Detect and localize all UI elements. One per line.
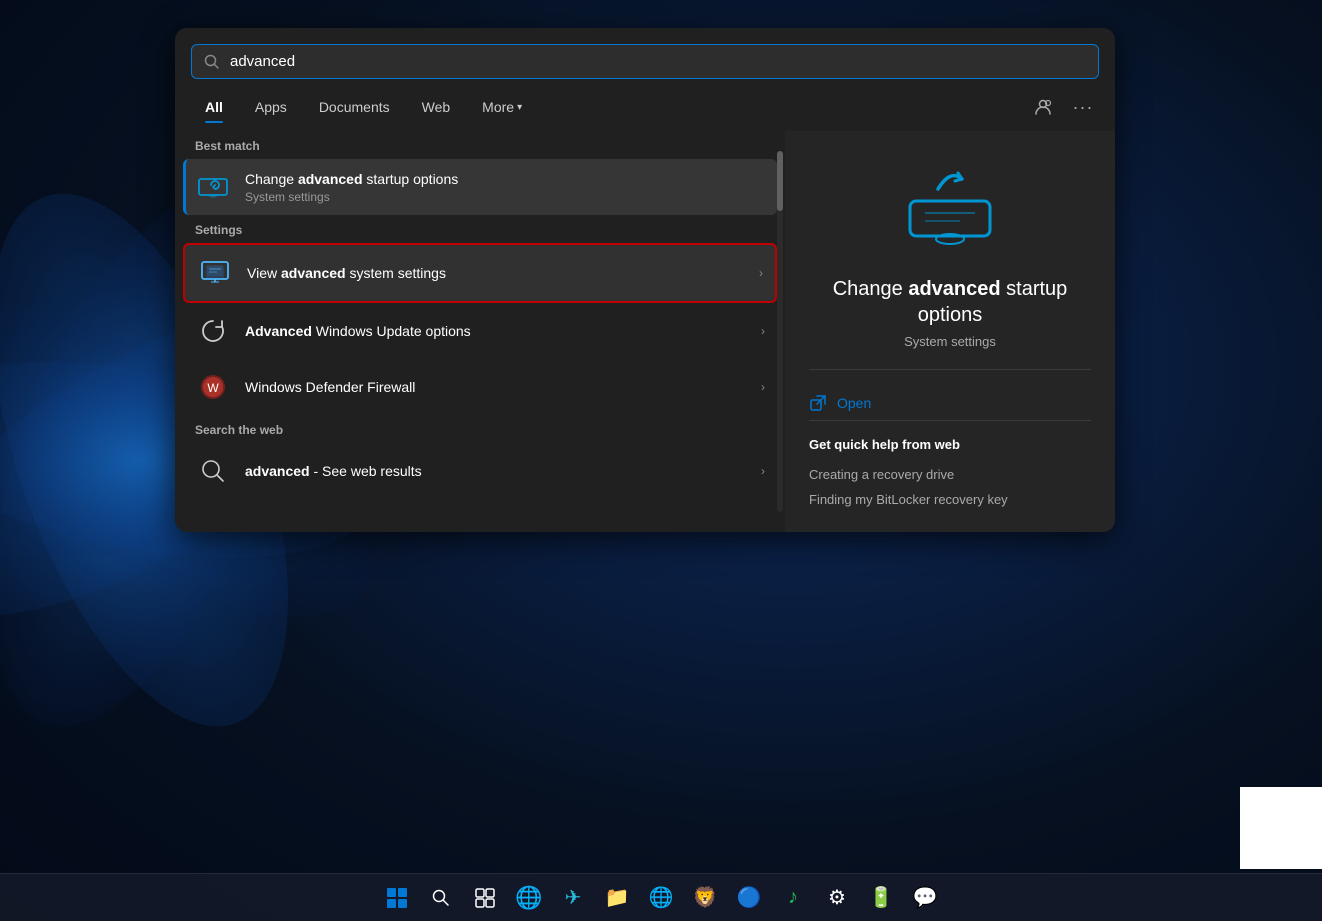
scroll-track[interactable] — [777, 151, 783, 512]
settings-label: Settings — [183, 215, 777, 243]
open-label: Open — [837, 395, 871, 411]
external-link-icon — [809, 394, 827, 412]
detail-icon-area — [900, 161, 1000, 256]
detail-subtitle: System settings — [904, 334, 996, 349]
view-advanced-settings-title: View advanced system settings — [247, 264, 745, 282]
tab-apps[interactable]: Apps — [241, 93, 301, 121]
tab-more[interactable]: More ▾ — [468, 93, 536, 121]
windows-defender-item[interactable]: W Windows Defender Firewall › — [183, 359, 777, 415]
chevron-down-icon: ▾ — [517, 102, 522, 113]
best-match-text: Change advanced startup options System s… — [245, 170, 765, 204]
taskbar-explorer-icon[interactable]: 📁 — [597, 878, 637, 918]
scroll-thumb[interactable] — [777, 151, 783, 211]
detail-divider — [809, 369, 1091, 370]
taskbar-taskview-button[interactable] — [465, 878, 505, 918]
detail-panel: Change advanced startup options System s… — [785, 131, 1115, 532]
quick-help-label: Get quick help from web — [809, 437, 1091, 452]
windows-logo-icon — [386, 887, 408, 909]
taskbar-globe-icon[interactable]: 🌐 — [509, 878, 549, 918]
monitor-icon — [197, 255, 233, 291]
ellipsis-icon: ··· — [1073, 97, 1094, 118]
taskbar-search-icon — [431, 888, 451, 908]
main-content-area: Best match Change advanced startup optio… — [175, 131, 1115, 532]
taskbar-edge-icon[interactable]: 🌐 — [641, 878, 681, 918]
startup-icon — [195, 169, 231, 205]
chevron-right-icon-2: › — [761, 324, 765, 338]
taskbar-chat-icon[interactable]: 💬 — [905, 878, 945, 918]
advanced-update-title: Advanced Windows Update options — [245, 322, 747, 340]
white-box-corner — [1240, 787, 1322, 869]
best-match-subtitle: System settings — [245, 190, 765, 204]
quick-help-link-2[interactable]: Finding my BitLocker recovery key — [809, 487, 1091, 512]
taskbar-settings-icon[interactable]: ⚙ — [817, 878, 857, 918]
taskbar-brave-icon[interactable]: 🦁 — [685, 878, 725, 918]
taskbar-spotify-icon[interactable]: ♪ — [773, 878, 813, 918]
update-icon — [195, 313, 231, 349]
best-match-title: Change advanced startup options — [245, 170, 765, 188]
start-button[interactable] — [377, 878, 417, 918]
results-panel: Best match Change advanced startup optio… — [175, 131, 785, 532]
tabs-right-actions: ··· — [1027, 91, 1099, 123]
people-icon-button[interactable] — [1027, 91, 1059, 123]
taskbar: 🌐 ✈ 📁 🌐 🦁 🔵 ♪ ⚙ 🔋 💬 — [0, 873, 1322, 921]
web-search-item[interactable]: advanced - See web results › — [183, 443, 777, 499]
taskview-icon — [475, 888, 495, 908]
quick-help-link-1[interactable]: Creating a recovery drive — [809, 462, 1091, 487]
web-search-title: advanced - See web results — [245, 462, 747, 480]
taskbar-search-button[interactable] — [421, 878, 461, 918]
defender-title: Windows Defender Firewall — [245, 378, 747, 396]
view-advanced-system-settings-item[interactable]: View advanced system settings › — [183, 243, 777, 303]
taskbar-chrome-icon[interactable]: 🔵 — [729, 878, 769, 918]
defender-text: Windows Defender Firewall — [245, 378, 747, 396]
search-icon — [204, 54, 220, 70]
tab-web[interactable]: Web — [408, 93, 465, 121]
people-icon — [1034, 98, 1052, 116]
defender-icon: W — [195, 369, 231, 405]
tab-all[interactable]: All — [191, 93, 237, 121]
start-menu: advanced All Apps Documents Web More ▾ ·… — [175, 28, 1115, 532]
search-bar[interactable]: advanced — [191, 44, 1099, 79]
detail-open-action[interactable]: Open — [809, 386, 1091, 420]
more-options-button[interactable]: ··· — [1067, 91, 1099, 123]
advanced-windows-update-item[interactable]: Advanced Windows Update options › — [183, 303, 777, 359]
tab-documents[interactable]: Documents — [305, 93, 404, 121]
web-search-text: advanced - See web results — [245, 462, 747, 480]
chevron-right-icon-1: › — [759, 266, 763, 280]
web-search-icon — [195, 453, 231, 489]
taskbar-telegram-icon[interactable]: ✈ — [553, 878, 593, 918]
taskbar-battery-icon[interactable]: 🔋 — [861, 878, 901, 918]
detail-divider-2 — [809, 420, 1091, 421]
best-match-label: Best match — [183, 131, 777, 159]
best-match-item[interactable]: Change advanced startup options System s… — [183, 159, 777, 215]
chevron-right-icon-4: › — [761, 464, 765, 478]
search-input-value: advanced — [230, 53, 1086, 70]
view-advanced-settings-text: View advanced system settings — [247, 264, 745, 282]
advanced-update-text: Advanced Windows Update options — [245, 322, 747, 340]
tabs-bar: All Apps Documents Web More ▾ ··· — [175, 91, 1115, 123]
detail-startup-icon — [900, 161, 1000, 251]
chevron-right-icon-3: › — [761, 380, 765, 394]
svg-text:W: W — [207, 381, 219, 395]
web-search-label: Search the web — [183, 415, 777, 443]
detail-title: Change advanced startup options — [809, 276, 1091, 328]
